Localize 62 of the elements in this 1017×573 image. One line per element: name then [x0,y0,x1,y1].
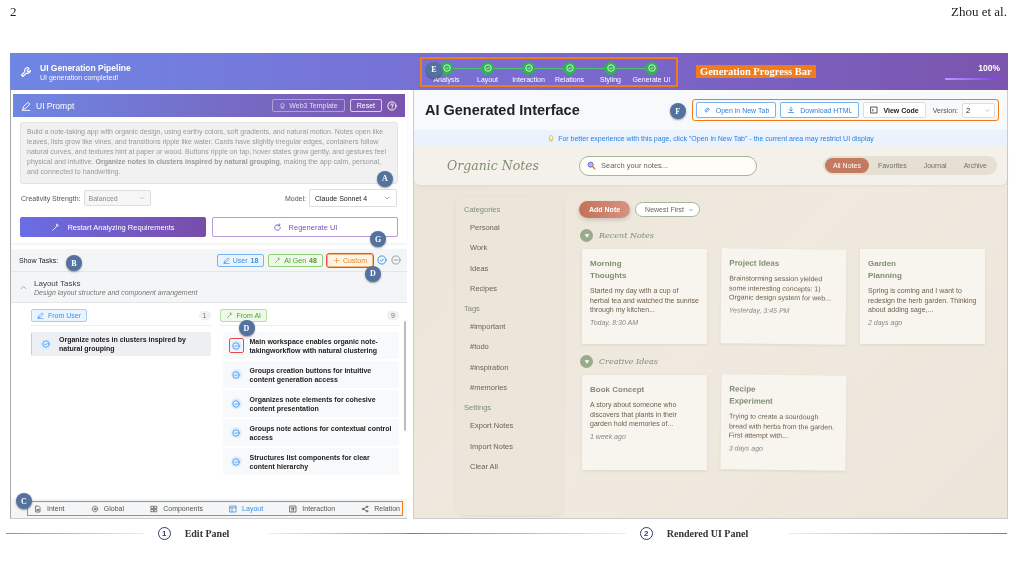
app-logo: Organic Notes [447,158,540,173]
check-circle-icon [232,428,240,437]
pipeline-title: UI Generation Pipeline [40,62,131,73]
page-number: 2 [10,4,17,21]
annotation-marker: B [66,255,82,271]
prompt-title: UI Prompt [36,100,76,111]
note-title: Garden Planning [868,258,903,282]
bulb-icon [279,102,287,109]
plus-icon [332,256,340,264]
annotation-marker: F [669,103,686,119]
section-title: Recent Notes [599,231,654,240]
note-title: Morning Thoughts [590,258,628,282]
caret-down-icon [383,194,391,202]
check-circle-icon [377,255,387,265]
annotation-label: Generation Progress Bar [696,65,816,78]
minus-circle-icon [391,255,401,265]
check-circle-icon [232,341,240,350]
layout-icon [229,504,238,513]
note-title: Project Ideas [729,257,781,270]
caption-label: Rendered UI Panel [666,528,749,539]
wand-icon [51,222,61,232]
check-circle-icon [232,399,240,408]
grid-icon [150,504,159,513]
check-circle-icon [41,340,50,348]
prompt-field[interactable] [20,122,398,184]
note-title: Recipe Experiment [729,383,774,408]
note-title: Book Concept [590,384,646,396]
share-icon [361,504,370,513]
annotation-marker: A [377,171,393,187]
refresh-icon [272,222,282,232]
check-circle-icon [232,370,240,379]
running-head: Zhou et al. [951,4,1007,21]
caret-down-icon [137,194,146,202]
annotation-marker: E [426,61,442,78]
check-circle-icon [232,457,240,466]
panel-title: AI Generated Interface [425,102,580,118]
annotation-marker: C [16,493,32,509]
pencil-icon [21,100,31,111]
caret-down-icon [688,206,694,213]
group-title: Layout Tasks [34,278,82,288]
caret-down-icon [984,106,991,114]
gear-icon [90,504,99,513]
panel-icon [289,504,298,513]
wand-icon [225,312,233,319]
annotation-marker: G [370,231,386,247]
code-window-icon [870,106,879,114]
download-icon [787,106,796,114]
pencil-icon [222,256,230,264]
help-icon [387,100,397,111]
annotation-marker: D [365,265,381,282]
collapse-icon[interactable] [580,229,593,242]
section-title: Creative Ideas [599,357,658,366]
file-icon [34,504,42,513]
collapse-icon[interactable] [580,355,593,368]
bulb-icon [547,134,556,142]
link-icon [702,106,711,114]
wand-icon [274,256,282,264]
pencil-icon [37,312,44,319]
progress-percent: 100% [978,63,1000,73]
wrench-icon [20,65,32,78]
search-icon [587,160,596,170]
caption-label: Edit Panel [184,528,230,539]
